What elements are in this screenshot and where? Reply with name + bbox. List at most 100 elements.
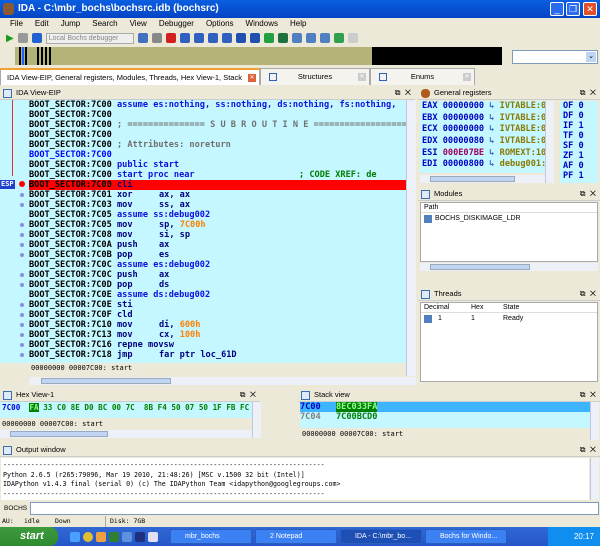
disasm-line[interactable]: BOOT_SECTOR:7C00 assume es:nothing, ss:n… bbox=[29, 100, 406, 110]
step-over-icon[interactable] bbox=[193, 33, 204, 43]
taskbar-item-notepad[interactable]: 2 Notepad bbox=[255, 529, 337, 544]
clock[interactable]: 20:17 bbox=[574, 532, 594, 541]
navigation-band[interactable] bbox=[15, 47, 372, 65]
ie-icon[interactable] bbox=[70, 531, 80, 542]
navigation-band-unexplored[interactable] bbox=[372, 47, 502, 65]
disasm-line[interactable]: BOOT_SECTOR:7C10 mov di, 600h bbox=[29, 320, 406, 330]
segment-dropdown[interactable]: ⌄ bbox=[512, 50, 598, 64]
step-into-icon[interactable] bbox=[179, 33, 190, 43]
current-instruction-line[interactable]: BOOT_SECTOR:7C00 cli bbox=[29, 180, 406, 190]
restore-button[interactable]: ❐ bbox=[566, 2, 580, 16]
disasm-line[interactable]: BOOT_SECTOR:7C16 repne movsw bbox=[29, 340, 406, 350]
breakpoint-slot-icon[interactable] bbox=[20, 223, 24, 227]
column-path[interactable]: Path bbox=[421, 203, 597, 213]
register-reference[interactable]: IVTABLE:0 bbox=[500, 101, 547, 111]
menu-view[interactable]: View bbox=[124, 18, 153, 30]
command-label[interactable]: BOCHS bbox=[2, 503, 28, 515]
taskbar-item-ida[interactable]: IDA - C:\mbr_bo... bbox=[340, 529, 422, 544]
hex-byte[interactable]: 7C bbox=[126, 403, 135, 412]
disasm-line[interactable]: BOOT_SECTOR:7C00 ; Attributes: noreturn bbox=[29, 140, 406, 150]
close-tab-icon[interactable]: ✕ bbox=[248, 74, 256, 82]
register-reference[interactable]: IVTABLE:0 bbox=[500, 124, 547, 134]
breakpoint-slot-icon[interactable] bbox=[20, 323, 24, 327]
flags-list[interactable]: OF 0 DF 0 IF 1 TF 0 SF 0 ZF 1 AF 0 PF 1 bbox=[560, 101, 598, 183]
disasm-line[interactable]: BOOT_SECTOR:7C03 mov ss, ax bbox=[29, 200, 406, 210]
disasm-horizontal-scrollbar[interactable] bbox=[29, 377, 416, 385]
register-row[interactable]: ESI 000E07BE ↳ ROMEXT:10 bbox=[422, 148, 553, 160]
disasm-line[interactable]: BOOT_SECTOR:7C00 bbox=[29, 150, 406, 160]
panel-controls[interactable]: ⧉ ✕ bbox=[395, 86, 411, 100]
attach-icon[interactable] bbox=[319, 33, 330, 43]
hex-byte[interactable]: D0 bbox=[84, 403, 93, 412]
xref-comment[interactable]: ; CODE XREF: de bbox=[299, 170, 377, 180]
flag-row[interactable]: DF 0 bbox=[563, 111, 598, 121]
breakpoint-slot-icon[interactable] bbox=[20, 303, 24, 307]
run-to-cursor-icon[interactable] bbox=[207, 33, 218, 43]
register-row[interactable]: EDI 00000800 ↳ debug001: bbox=[422, 159, 553, 171]
disasm-line[interactable]: BOOT_SECTOR:7C05 mov sp, 7C00h bbox=[29, 220, 406, 230]
breakpoint-icon[interactable] bbox=[19, 181, 25, 187]
breakpoint-slot-icon[interactable] bbox=[20, 193, 24, 197]
disasm-line[interactable]: BOOT_SECTOR:7C01 xor ax, ax bbox=[29, 190, 406, 200]
panel-controls[interactable]: ⧉ ✕ bbox=[580, 86, 596, 100]
tab-enums[interactable]: Enums ✕ bbox=[370, 68, 475, 85]
menu-edit[interactable]: Edit bbox=[29, 18, 55, 30]
stack-row[interactable]: 7C04 7C00BCD0 bbox=[300, 412, 590, 422]
disasm-line[interactable]: BOOT_SECTOR:7C08 mov si, sp bbox=[29, 230, 406, 240]
command-input[interactable] bbox=[30, 502, 599, 515]
output-vscroll[interactable] bbox=[590, 458, 599, 500]
threads-table[interactable]: Decimal Hex State 1 1 Ready bbox=[420, 302, 598, 382]
trace-end-icon[interactable] bbox=[277, 33, 288, 43]
hex-byte[interactable]: 8B bbox=[144, 403, 153, 412]
register-hscroll[interactable] bbox=[420, 175, 545, 183]
column-hex[interactable]: Hex bbox=[471, 303, 483, 313]
disasm-line[interactable]: BOOT_SECTOR:7C0D pop ds bbox=[29, 280, 406, 290]
notepad-icon[interactable] bbox=[148, 531, 158, 542]
delete-breakpoint-icon[interactable] bbox=[165, 33, 176, 43]
flag-row[interactable]: PF 1 bbox=[563, 171, 598, 181]
app-icon[interactable] bbox=[135, 531, 145, 542]
trace-green-icon[interactable] bbox=[263, 33, 274, 43]
pause-icon[interactable] bbox=[17, 33, 28, 43]
start-button[interactable]: start bbox=[0, 527, 58, 546]
hex-byte[interactable]: C0 bbox=[57, 403, 66, 412]
hex-byte[interactable]: 50 bbox=[171, 403, 180, 412]
disasm-line[interactable]: BOOT_SECTOR:7C0E sti bbox=[29, 300, 406, 310]
disasm-line[interactable]: BOOT_SECTOR:7C0F cld bbox=[29, 310, 406, 320]
disasm-line[interactable]: BOOT_SECTOR:7C18 jmp far ptr loc_61D bbox=[29, 350, 406, 360]
quicklaunch-icons[interactable] bbox=[70, 531, 158, 542]
disasm-line[interactable]: BOOT_SECTOR:7C0B pop es bbox=[29, 250, 406, 260]
stop-icon[interactable] bbox=[31, 33, 42, 43]
close-tab-icon[interactable]: ✕ bbox=[358, 73, 366, 81]
register-row[interactable]: EDX 00000080 ↳ IVTABLE:0 bbox=[422, 136, 553, 148]
breakpoint-slot-icon[interactable] bbox=[20, 233, 24, 237]
step-until-return-icon[interactable] bbox=[221, 33, 232, 43]
thread-row[interactable]: 1 1 Ready bbox=[421, 313, 597, 325]
taskbar-item-bochs[interactable]: Bochs for Windo... bbox=[425, 529, 507, 544]
attach-add-icon[interactable] bbox=[333, 33, 344, 43]
flag-row[interactable]: TF 0 bbox=[563, 131, 598, 141]
hex-byte[interactable]: 33 bbox=[43, 403, 52, 412]
flag-row[interactable]: SF 0 bbox=[563, 141, 598, 151]
stack-vscroll[interactable] bbox=[590, 402, 599, 440]
disasm-line[interactable]: BOOT_SECTOR:7C05 assume ss:debug002 bbox=[29, 210, 406, 220]
register-row[interactable]: EBX 00000000 ↳ IVTABLE:0 bbox=[422, 113, 553, 125]
hex-byte[interactable]: FC bbox=[240, 403, 249, 412]
hex-byte[interactable]: FB bbox=[226, 403, 235, 412]
panel-controls[interactable]: ⧉ ✕ bbox=[240, 388, 256, 402]
menu-help[interactable]: Help bbox=[284, 18, 312, 30]
column-decimal[interactable]: Decimal bbox=[424, 303, 449, 313]
panel-controls[interactable]: ⧉ ✕ bbox=[580, 187, 596, 201]
play-icon[interactable]: ▶ bbox=[6, 33, 14, 44]
register-reference[interactable]: IVTABLE:0 bbox=[500, 136, 547, 146]
panel-controls[interactable]: ⧉ ✕ bbox=[580, 287, 596, 301]
modules-list[interactable]: Path BOCHS_DISKIMAGE_LDR bbox=[420, 202, 598, 262]
disasm-line[interactable]: BOOT_SECTOR:7C0A push ax bbox=[29, 240, 406, 250]
add-breakpoint-icon[interactable] bbox=[151, 33, 162, 43]
register-list[interactable]: EAX 00000000 ↳ IVTABLE:0 EBX 00000000 ↳ I… bbox=[420, 101, 553, 173]
breakpoint-slot-icon[interactable] bbox=[20, 203, 24, 207]
breakpoint-slot-icon[interactable] bbox=[20, 343, 24, 347]
hex-byte[interactable]: 00 bbox=[112, 403, 121, 412]
modules-hscroll[interactable] bbox=[420, 263, 598, 271]
register-reference[interactable]: debug001: bbox=[500, 159, 547, 169]
